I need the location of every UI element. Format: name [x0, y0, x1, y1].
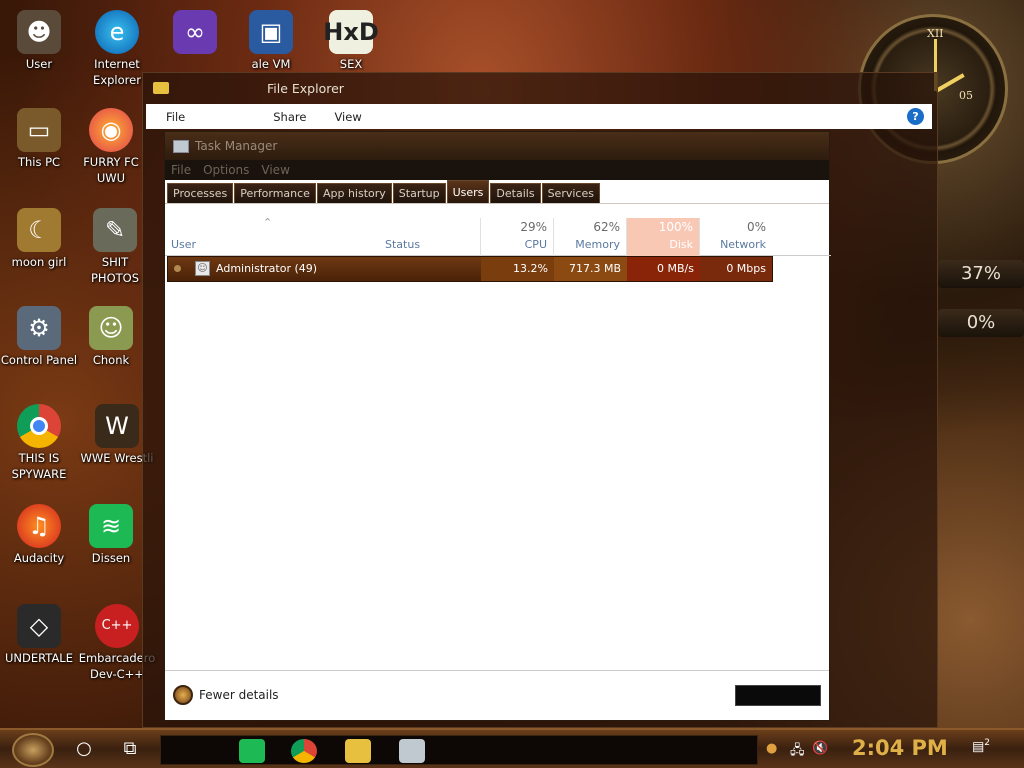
gimp-icon: ✎ — [93, 208, 137, 252]
chonk-icon: ☺ — [89, 306, 133, 350]
chrome-icon — [17, 404, 61, 448]
file-explorer-ribbon: File Share View ? — [146, 104, 932, 129]
task-manager-footer: Fewer details — [165, 670, 829, 720]
column-cpu[interactable]: 29% CPU — [480, 218, 553, 256]
column-network[interactable]: 0% Network — [699, 218, 772, 256]
tab-details[interactable]: Details — [490, 183, 541, 203]
audacity-icon: ♫ — [17, 504, 61, 548]
cell-user: Administrator (49) — [216, 262, 318, 275]
desktop-icon-chonk[interactable]: ☺ Chonk — [72, 306, 150, 368]
file-explorer-title: File Explorer — [267, 80, 344, 96]
task-manager-icon — [173, 139, 189, 153]
table-row[interactable]: ☺ Administrator (49) 13.2% 717.3 MB 0 MB… — [167, 256, 773, 282]
tab-startup[interactable]: Startup — [392, 183, 446, 203]
desktop-icon-chrome[interactable]: THIS IS SPYWARE — [0, 404, 78, 482]
notification-count: 2 — [984, 738, 991, 748]
hxd-icon: HxD — [323, 10, 379, 54]
virtualbox-icon: ▣ — [249, 10, 293, 54]
notification-icon[interactable]: ▤2 — [972, 738, 994, 758]
moon-girl-icon: ☾ — [17, 208, 61, 252]
desktop-icon-spotify[interactable]: ≋ Dissen — [72, 504, 150, 566]
desktop-icon-this-pc[interactable]: ▭ This PC — [0, 108, 78, 170]
desktop-icon-hxd[interactable]: HxD SEX — [312, 10, 390, 72]
wwe-icon: W — [95, 404, 139, 448]
menu-file[interactable]: File — [171, 163, 191, 177]
firefox-icon: ◉ — [89, 108, 133, 152]
user-account-icon: ☺ — [195, 261, 210, 276]
control-panel-icon: ⚙ — [17, 306, 61, 350]
clock-date: 05 — [959, 89, 973, 102]
search-icon[interactable]: ○ — [72, 737, 96, 761]
desktop-icon-audacity[interactable]: ♫ Audacity — [0, 504, 78, 566]
cell-status — [386, 257, 481, 281]
help-icon[interactable]: ? — [907, 108, 924, 125]
menu-view[interactable]: View — [261, 163, 289, 177]
spotify-icon: ≋ — [89, 504, 133, 548]
tab-users[interactable]: Users — [446, 180, 490, 203]
users-table-header: ⌃ User Status 29% CPU 62% Memory 100% Di… — [165, 216, 831, 256]
visual-studio-icon: ∞ — [173, 10, 217, 54]
ribbon-tab-view[interactable]: View — [334, 110, 361, 124]
this-pc-icon: ▭ — [17, 108, 61, 152]
ribbon-tab-file[interactable]: File — [166, 110, 185, 124]
cpu-meter-widget: 37% — [938, 260, 1024, 288]
column-status[interactable]: Status — [385, 218, 480, 256]
task-manager-icon[interactable] — [399, 739, 425, 763]
cell-memory: 717.3 MB — [554, 257, 627, 281]
user-icon: ☻ — [17, 10, 61, 54]
chrome-icon[interactable] — [291, 739, 317, 763]
spotify-icon[interactable] — [239, 739, 265, 763]
task-manager-window[interactable]: Task Manager File Options View Processes… — [164, 131, 831, 721]
disconnect-button[interactable] — [735, 685, 821, 706]
ribbon-tab-share[interactable]: Share — [273, 110, 306, 124]
task-view-icon[interactable]: ⧉ — [118, 737, 142, 761]
devcpp-icon: C++ — [95, 604, 139, 648]
task-manager-tabs: Processes Performance App history Startu… — [165, 180, 829, 204]
desktop-icon-virtualbox[interactable]: ▣ ale VM — [232, 10, 310, 72]
menu-options[interactable]: Options — [203, 163, 249, 177]
column-user[interactable]: User — [171, 218, 381, 256]
file-explorer-titlebar[interactable]: File Explorer — [143, 73, 937, 103]
task-manager-menubar: File Options View — [165, 160, 829, 180]
taskbar: ○ ⧉ ● 🖧 🔇 2:04 PM ▤2 — [0, 728, 1024, 768]
desktop-icon-firefox[interactable]: ◉ FURRY FC UWU — [72, 108, 150, 186]
desktop-icon-undertale[interactable]: ◇ UNDERTALE — [0, 604, 78, 666]
folder-icon — [153, 82, 169, 94]
desktop-icon-user[interactable]: ☻ User — [0, 10, 78, 72]
start-button[interactable] — [12, 733, 54, 767]
cell-network: 0 Mbps — [700, 257, 772, 281]
collapse-icon — [173, 685, 193, 705]
expand-arrow-icon[interactable] — [174, 265, 181, 272]
volume-muted-icon[interactable]: 🔇 — [812, 741, 828, 756]
tab-services[interactable]: Services — [541, 183, 600, 203]
ram-meter-widget: 0% — [938, 309, 1024, 337]
task-manager-title: Task Manager — [195, 139, 278, 153]
taskbar-clock[interactable]: 2:04 PM — [852, 736, 948, 760]
task-manager-titlebar[interactable]: Task Manager — [165, 132, 829, 160]
column-disk[interactable]: 100% Disk — [626, 218, 699, 256]
unity-icon: ◇ — [17, 604, 61, 648]
tab-processes[interactable]: Processes — [167, 183, 234, 203]
cell-cpu: 13.2% — [481, 257, 554, 281]
column-memory[interactable]: 62% Memory — [553, 218, 626, 256]
tray-overflow-icon[interactable]: ● — [766, 741, 777, 756]
desktop-icon-moon-girl[interactable]: ☾ moon girl — [0, 208, 78, 270]
tab-performance[interactable]: Performance — [234, 183, 316, 203]
desktop-icon-visual-studio[interactable]: ∞ — [156, 10, 234, 56]
desktop-icon-control-panel[interactable]: ⚙ Control Panel — [0, 306, 78, 368]
taskbar-apps — [160, 735, 758, 765]
file-explorer-icon[interactable] — [345, 739, 371, 763]
cell-disk: 0 MB/s — [627, 257, 700, 281]
network-icon[interactable]: 🖧 — [790, 741, 805, 763]
fewer-details-button[interactable]: Fewer details — [173, 685, 279, 705]
edge-icon: e — [95, 10, 139, 54]
tab-app-history[interactable]: App history — [316, 183, 392, 203]
